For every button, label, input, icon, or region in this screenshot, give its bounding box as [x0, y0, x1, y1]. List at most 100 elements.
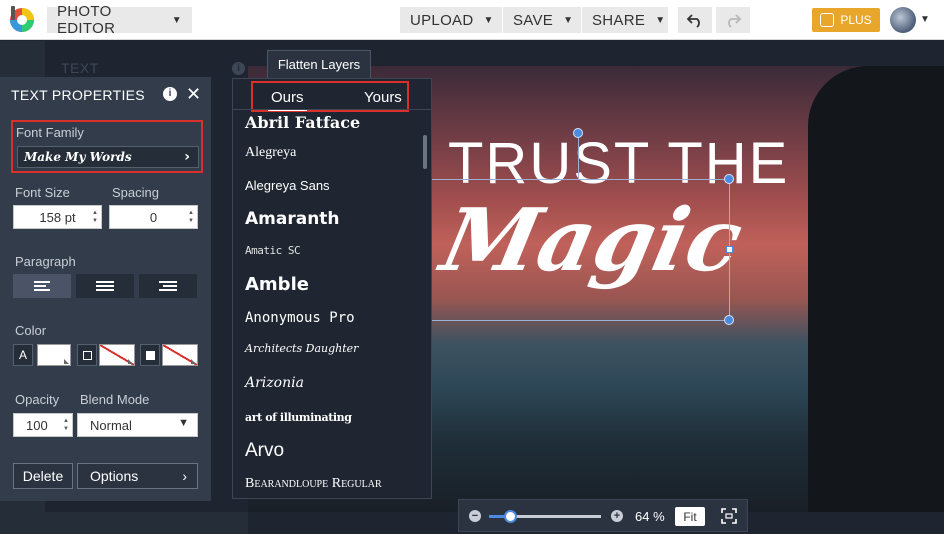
align-left-button[interactable]: [13, 274, 71, 298]
save-button[interactable]: SAVE ▼: [503, 7, 581, 33]
font-option-art-of-illuminating[interactable]: art of illuminating: [245, 411, 352, 424]
font-dropdown: Ours Yours Abril Fatface Alegreya Alegre…: [232, 78, 432, 499]
options-button[interactable]: Options ›: [77, 463, 198, 489]
font-option-anonymous-pro[interactable]: Anonymous Pro: [245, 310, 355, 326]
resize-handle-right[interactable]: [726, 246, 733, 253]
font-source-tabs: Ours Yours: [251, 81, 409, 112]
upload-button[interactable]: UPLOAD ▼: [400, 7, 502, 33]
font-option-amatic-sc[interactable]: Amatic SC: [245, 244, 301, 257]
color-wheel-logo-icon[interactable]: [8, 6, 36, 34]
font-option-amaranth[interactable]: Amaranth: [245, 209, 340, 229]
font-family-select[interactable]: Make My Words ›: [17, 146, 199, 168]
stepper-icon[interactable]: ▲ ▼: [187, 209, 195, 225]
font-option-bearandloupe[interactable]: Bearandloupe Regular: [245, 476, 382, 492]
zoom-level: 64 %: [635, 509, 665, 524]
spacing-input[interactable]: 0 ▲ ▼: [109, 205, 198, 229]
fullscreen-icon[interactable]: [721, 508, 737, 524]
background-color-swatch[interactable]: [162, 344, 198, 366]
info-icon[interactable]: i: [232, 62, 245, 75]
photo-editor-menu[interactable]: PHOTO EDITOR ▼: [47, 3, 192, 37]
tab-ours[interactable]: Ours: [271, 89, 304, 106]
rotation-line: [578, 138, 579, 180]
font-option-alegreya-sans[interactable]: Alegreya Sans: [245, 178, 330, 193]
opacity-input[interactable]: 100 ▲ ▼: [13, 413, 73, 437]
align-right-button[interactable]: [139, 274, 197, 298]
font-family-highlight: Font Family Make My Words ›: [11, 120, 203, 173]
photo-editor-label: PHOTO EDITOR: [57, 3, 116, 37]
share-button[interactable]: SHARE ▼: [582, 7, 668, 33]
undo-icon: [686, 14, 700, 28]
dropdown-triangle-icon: [64, 359, 69, 364]
font-option-arizonia[interactable]: Arizonia: [245, 375, 304, 391]
fill-letter: A: [18, 348, 27, 362]
chevron-down-icon: ▼: [563, 14, 574, 26]
fit-button[interactable]: Fit: [675, 507, 705, 526]
rotate-handle[interactable]: [573, 128, 583, 138]
divider: [233, 109, 431, 110]
fill-color-swatch[interactable]: [37, 344, 71, 366]
chevron-right-icon: ›: [184, 149, 190, 165]
delete-label: Delete: [22, 468, 64, 484]
color-label: Color: [15, 323, 47, 338]
font-family-value: Make My Words: [24, 150, 132, 164]
align-center-button[interactable]: [76, 274, 134, 298]
align-left-icon: [34, 281, 50, 291]
save-label: SAVE: [513, 11, 554, 29]
person-head: [836, 72, 888, 138]
background-icon: [140, 344, 160, 366]
font-option-alegreya[interactable]: Alegreya: [245, 145, 296, 161]
font-size-label: Font Size: [15, 185, 70, 200]
stroke-color-swatch[interactable]: [99, 344, 135, 366]
stroke-icon: [77, 344, 97, 366]
opacity-label: Opacity: [15, 392, 60, 407]
stepper-icon[interactable]: ▲ ▼: [62, 417, 70, 433]
zoom-in-icon[interactable]: +: [611, 510, 623, 522]
opacity-value: 100: [26, 417, 48, 433]
info-icon[interactable]: i: [163, 87, 177, 101]
options-label: Options: [90, 468, 139, 484]
font-option-arvo[interactable]: Arvo: [245, 440, 284, 462]
dropdown-triangle-icon: [191, 359, 196, 364]
chevron-down-icon: ▼: [171, 14, 182, 26]
undo-button[interactable]: [678, 7, 712, 33]
panel-header: TEXT PROPERTIES i ✕: [0, 77, 212, 113]
zoom-out-icon[interactable]: −: [469, 510, 481, 522]
redo-button[interactable]: [716, 7, 750, 33]
font-size-value: 158 pt: [39, 209, 76, 225]
stepper-icon[interactable]: ▲ ▼: [91, 209, 99, 225]
blend-mode-select[interactable]: Normal ▼: [77, 413, 198, 437]
zoom-slider-handle[interactable]: [504, 510, 518, 523]
top-toolbar: PHOTO EDITOR ▼ UPLOAD ▼ SAVE ▼ SHARE ▼ P…: [0, 0, 944, 40]
delete-button[interactable]: Delete: [13, 463, 73, 489]
redo-icon: [728, 14, 742, 28]
blend-mode-value: Normal: [90, 417, 132, 433]
avatar[interactable]: [890, 7, 916, 33]
tab-yours[interactable]: Yours: [364, 89, 402, 106]
chevron-down-icon[interactable]: ▼: [920, 14, 930, 25]
align-center-icon: [96, 281, 114, 291]
font-size-input[interactable]: 158 pt ▲ ▼: [13, 205, 102, 229]
text-properties-panel: TEXT PROPERTIES i ✕ Font Family Make My …: [0, 77, 212, 501]
share-label: SHARE: [592, 11, 646, 29]
plus-label: PLUS: [840, 13, 872, 27]
text-fill-icon: A: [13, 344, 33, 366]
chevron-right-icon: ›: [182, 468, 187, 484]
chevron-down-icon: ▼: [178, 417, 189, 429]
resize-handle-top-right[interactable]: [724, 174, 734, 184]
scrollbar[interactable]: [423, 135, 427, 169]
chevron-down-icon: ▼: [655, 14, 666, 26]
crown-icon: [820, 13, 835, 27]
blend-mode-label: Blend Mode: [80, 392, 150, 407]
font-option-amble[interactable]: Amble: [245, 274, 309, 295]
text-tab[interactable]: TEXT: [61, 60, 99, 76]
dropdown-triangle-icon: [128, 359, 133, 364]
resize-handle-bottom-right[interactable]: [724, 315, 734, 325]
close-icon[interactable]: ✕: [186, 84, 201, 105]
chevron-down-icon: ▼: [483, 14, 494, 26]
plus-upgrade-button[interactable]: PLUS: [812, 8, 880, 32]
flatten-layers-button[interactable]: Flatten Layers: [267, 50, 371, 78]
align-right-icon: [159, 281, 177, 291]
font-option-architects-daughter[interactable]: Architects Daughter: [245, 342, 358, 355]
font-option-abril-fatface[interactable]: Abril Fatface: [245, 113, 360, 132]
fit-label: Fit: [683, 509, 697, 524]
